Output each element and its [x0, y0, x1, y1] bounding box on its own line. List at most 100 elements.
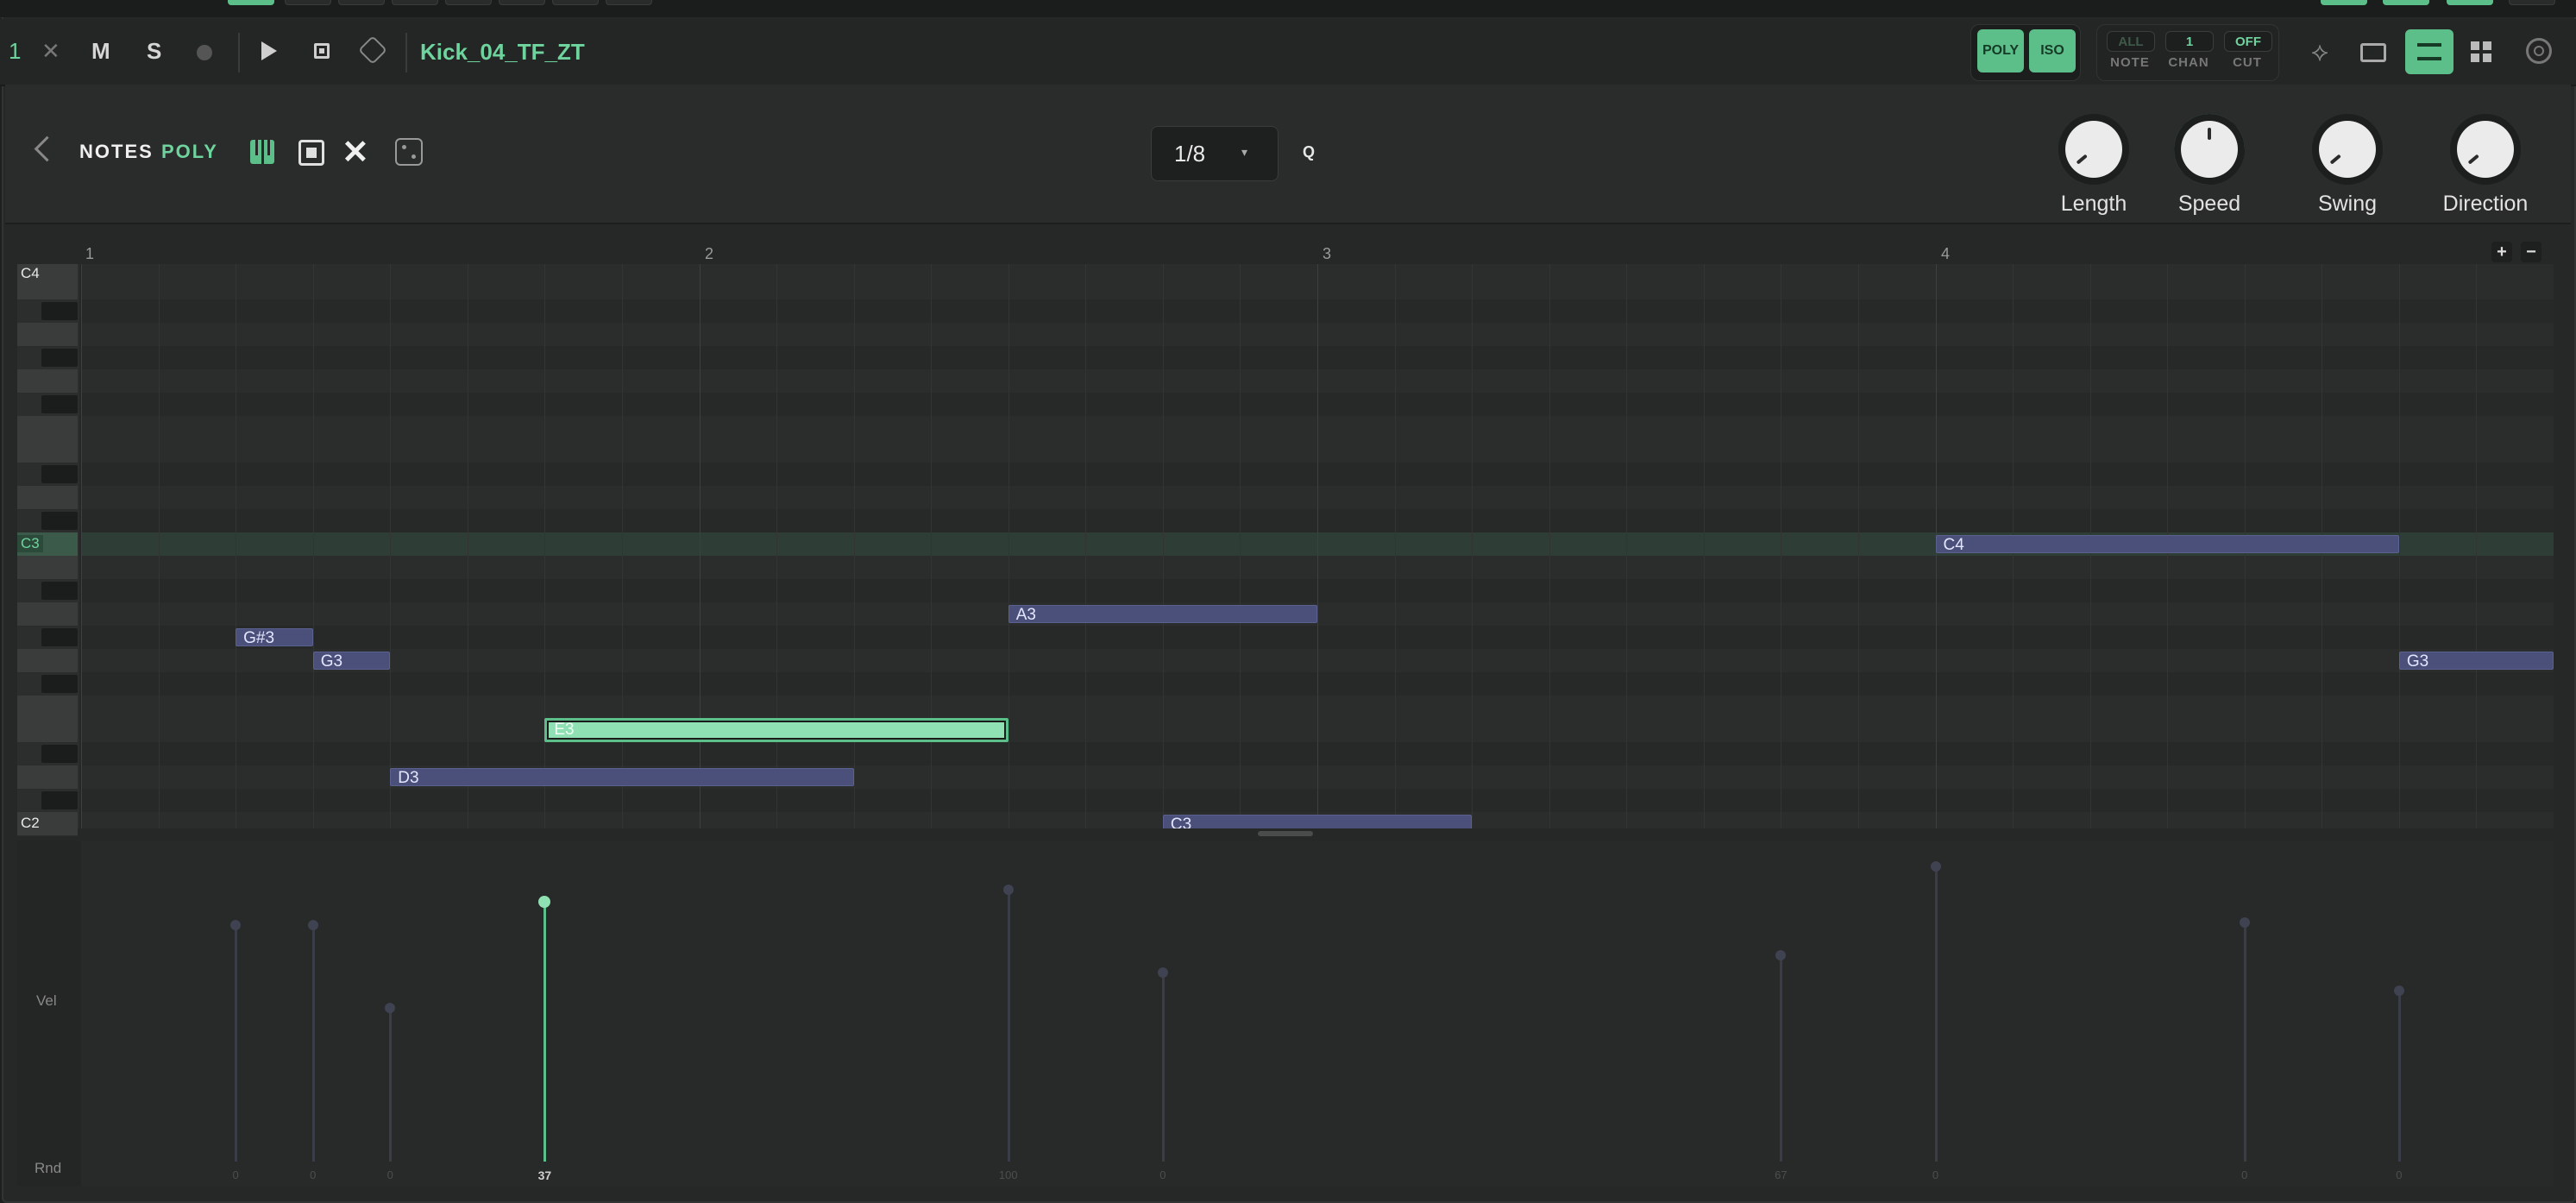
folder-icon[interactable]	[2360, 43, 2386, 62]
black-key[interactable]	[41, 395, 78, 413]
top-tab[interactable]	[2447, 0, 2493, 5]
black-key[interactable]	[41, 745, 78, 763]
top-tab[interactable]	[552, 0, 599, 5]
solo-button[interactable]: S	[147, 38, 161, 65]
close-track-icon[interactable]: ✕	[41, 38, 60, 65]
settings-knob-icon[interactable]	[2526, 38, 2552, 64]
record-icon[interactable]	[197, 45, 212, 60]
beat-line	[312, 264, 314, 828]
cut-select[interactable]: OFF	[2224, 31, 2272, 52]
beat-line	[1626, 264, 1628, 828]
zoom-out-button[interactable]: −	[2521, 242, 2541, 262]
top-tab[interactable]	[2509, 0, 2555, 5]
black-key[interactable]	[41, 465, 78, 483]
black-key[interactable]	[41, 512, 78, 530]
waveform-icon[interactable]: ⟡	[2305, 38, 2334, 67]
white-key[interactable]	[17, 602, 78, 627]
rnd-label: Rnd	[35, 1160, 62, 1176]
top-tab[interactable]	[2321, 0, 2367, 5]
note[interactable]: D3	[390, 768, 854, 786]
top-tab[interactable]	[285, 0, 331, 5]
beat-line	[1085, 264, 1087, 828]
velocity-stem	[235, 925, 238, 1162]
note[interactable]: A3	[1008, 605, 1317, 623]
top-tab[interactable]	[499, 0, 545, 5]
randomize-dice-icon[interactable]	[395, 138, 423, 166]
white-key[interactable]	[17, 486, 78, 510]
top-tab[interactable]	[392, 0, 438, 5]
top-tab[interactable]	[228, 0, 274, 5]
white-key[interactable]	[17, 696, 78, 720]
select-all-icon[interactable]	[298, 140, 324, 166]
swing-knob[interactable]	[2319, 121, 2376, 178]
top-tab[interactable]	[2383, 0, 2429, 5]
beat-line	[390, 264, 392, 828]
beat-line	[621, 264, 623, 828]
black-key[interactable]	[41, 582, 78, 600]
white-key[interactable]	[17, 649, 78, 673]
beat-line	[1549, 264, 1550, 828]
random-value: 0	[2396, 1168, 2403, 1181]
note[interactable]: G3	[2398, 652, 2554, 670]
black-key[interactable]	[41, 349, 78, 367]
note[interactable]: G3	[312, 652, 391, 670]
black-key[interactable]	[41, 628, 78, 646]
stop-icon[interactable]	[314, 43, 330, 59]
top-tab[interactable]	[338, 0, 385, 5]
note-select[interactable]: ALL	[2107, 31, 2155, 52]
quantize-dropdown[interactable]: 1/8 ▾	[1151, 126, 1279, 181]
selected-note[interactable]: E3	[544, 718, 1008, 742]
velocity-handle[interactable]	[1157, 967, 1168, 979]
track-name[interactable]: Kick_04_TF_ZT	[420, 39, 585, 66]
bar-number: 3	[1323, 245, 1332, 262]
lane-resize-handle[interactable]	[1258, 831, 1313, 836]
random-value: 0	[232, 1168, 239, 1181]
top-tab[interactable]	[606, 0, 652, 5]
black-key[interactable]	[41, 791, 78, 809]
white-key[interactable]	[17, 765, 78, 790]
zoom-in-button[interactable]: +	[2491, 242, 2512, 262]
note-grid[interactable]: C4A3G#3G3G3E3D3C3A2G2	[81, 264, 2554, 828]
length-knob[interactable]	[2065, 121, 2122, 178]
bar-ruler[interactable]	[81, 233, 2554, 264]
grid-view-icon[interactable]	[2471, 41, 2491, 62]
speed-knob[interactable]	[2181, 121, 2238, 178]
direction-knob[interactable]	[2457, 121, 2514, 178]
random-value: 0	[1932, 1168, 1939, 1181]
play-icon[interactable]	[261, 41, 277, 60]
divider	[238, 33, 240, 72]
velocity-handle[interactable]	[2239, 916, 2250, 928]
notes-title: NOTES	[79, 141, 154, 162]
beat-line	[1008, 264, 1009, 828]
velocity-handle[interactable]	[307, 920, 318, 931]
mode-label[interactable]: POLY	[161, 141, 218, 163]
velocity-handle[interactable]	[1930, 861, 1941, 872]
velocity-editor[interactable]	[81, 841, 2554, 1186]
velocity-handle[interactable]	[1775, 949, 1787, 961]
beat-line	[1472, 264, 1473, 828]
piano-keyboard[interactable]: C4 C3 C2	[17, 264, 79, 836]
velocity-handle[interactable]	[2393, 985, 2404, 996]
white-key[interactable]	[17, 323, 78, 347]
white-key[interactable]	[17, 369, 78, 394]
white-key[interactable]	[17, 416, 78, 440]
piano-keys-icon[interactable]	[250, 140, 274, 164]
piano-roll-view-button[interactable]	[2405, 29, 2453, 74]
black-key[interactable]	[41, 302, 78, 320]
top-tab-strip	[0, 0, 2576, 18]
note[interactable]: C3	[1162, 815, 1473, 828]
poly-toggle[interactable]: POLY	[1977, 29, 2024, 72]
note[interactable]: G#3	[236, 628, 313, 646]
iso-toggle[interactable]: ISO	[2029, 29, 2076, 72]
quantize-q-button[interactable]: Q	[1303, 143, 1315, 161]
channel-select[interactable]: 1	[2165, 31, 2214, 52]
cut-label: CUT	[2233, 55, 2262, 70]
white-key[interactable]	[17, 719, 78, 743]
note[interactable]: C4	[1935, 535, 2399, 553]
clear-notes-icon[interactable]: ✕	[342, 133, 369, 172]
black-key[interactable]	[41, 675, 78, 693]
mute-button[interactable]: M	[91, 38, 110, 65]
top-tab[interactable]	[445, 0, 492, 5]
white-key[interactable]	[17, 439, 78, 463]
white-key[interactable]	[17, 556, 78, 580]
